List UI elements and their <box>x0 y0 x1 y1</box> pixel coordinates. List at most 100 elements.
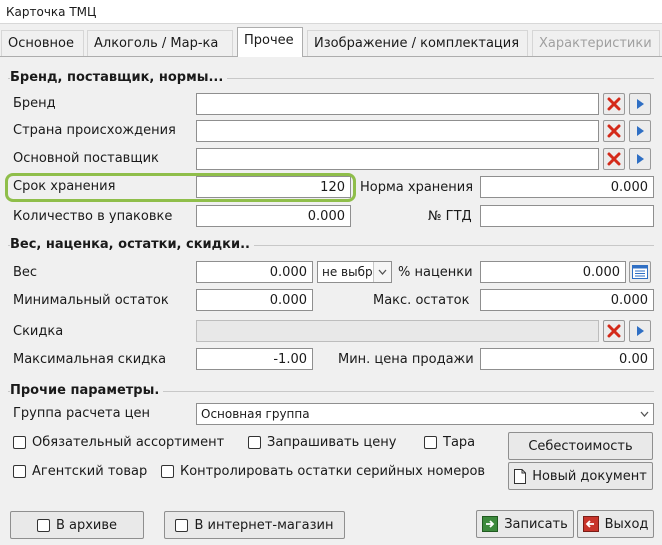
chevron-down-icon <box>373 262 391 282</box>
agent-goods-label: Агентский товар <box>32 464 148 479</box>
brand-clear-button[interactable] <box>603 93 625 115</box>
supplier-select-button[interactable] <box>629 148 651 170</box>
exit-label: Выход <box>604 516 649 532</box>
checkbox-box[interactable] <box>161 465 174 478</box>
tare-checkbox[interactable]: Тара <box>424 435 475 450</box>
brand-select-button[interactable] <box>629 93 651 115</box>
price-group-label: Группа расчета цен <box>13 406 151 421</box>
save-label: Записать <box>504 516 568 532</box>
ask-price-checkbox[interactable]: Запрашивать цену <box>248 435 396 450</box>
red-x-icon <box>607 124 621 138</box>
mandatory-assortment-checkbox[interactable]: Обязательный ассортимент <box>13 435 224 450</box>
tab-image[interactable]: Изображение / комплектация <box>307 30 528 57</box>
tab-characteristics-label: Характеристики <box>539 36 652 51</box>
supplier-label: Основной поставщик <box>13 151 159 166</box>
markup-label: % наценки <box>398 265 473 280</box>
archive-label: В архиве <box>55 517 118 533</box>
new-document-button[interactable]: Новый документ <box>508 462 653 490</box>
gtd-label: № ГТД <box>428 209 472 224</box>
country-label: Страна происхождения <box>13 123 176 138</box>
agent-goods-checkbox[interactable]: Агентский товар <box>13 464 147 479</box>
weight-unit-select[interactable]: не выбр <box>317 261 392 283</box>
weight-label: Вес <box>13 265 38 280</box>
supplier-field[interactable] <box>196 148 599 170</box>
min-price-field[interactable]: 0.00 <box>480 348 654 370</box>
markup-field[interactable]: 0.000 <box>480 261 626 283</box>
checkbox-box[interactable] <box>13 436 26 449</box>
supplier-clear-button[interactable] <box>603 148 625 170</box>
max-stock-label: Макс. остаток <box>373 293 470 308</box>
ask-price-label: Запрашивать цену <box>267 435 397 450</box>
tab-main-label: Основное <box>8 36 74 51</box>
mandatory-assortment-label: Обязательный ассортимент <box>32 435 225 450</box>
window-title: Карточка ТМЦ <box>6 5 97 19</box>
discount-select-button[interactable] <box>629 320 651 342</box>
red-x-icon <box>607 97 621 111</box>
checkbox-box[interactable] <box>13 465 26 478</box>
save-button[interactable]: Записать <box>476 510 574 538</box>
blue-arrow-icon <box>637 326 644 336</box>
online-store-label: В интернет-магазин <box>194 517 334 533</box>
section-title-brand: Бренд, поставщик, нормы... <box>10 70 228 85</box>
min-stock-label: Минимальный остаток <box>13 293 169 308</box>
discount-label: Скидка <box>13 324 64 339</box>
red-x-icon <box>607 152 621 166</box>
min-stock-field[interactable]: 0.000 <box>196 289 313 311</box>
exit-icon <box>582 516 599 532</box>
document-icon <box>514 468 527 484</box>
markup-calc-button[interactable] <box>629 261 651 283</box>
country-clear-button[interactable] <box>603 120 625 142</box>
red-x-icon <box>607 324 621 338</box>
tare-label: Тара <box>443 435 476 450</box>
max-discount-label: Максимальная скидка <box>13 352 167 367</box>
save-icon <box>482 516 499 532</box>
blue-arrow-icon <box>637 154 644 164</box>
gtd-field[interactable] <box>480 205 654 227</box>
tab-other[interactable]: Прочее <box>237 27 303 57</box>
calculator-icon <box>632 265 648 279</box>
shelf-life-field[interactable]: 120 <box>196 176 351 198</box>
weight-field[interactable]: 0.000 <box>196 261 313 283</box>
tab-alcohol[interactable]: Алкоголь / Мар-ка <box>87 30 233 57</box>
window-titlebar: Карточка ТМЦ <box>0 0 662 24</box>
shelf-life-label: Срок хранения <box>13 179 116 194</box>
discount-clear-button[interactable] <box>603 320 625 342</box>
control-serials-checkbox[interactable]: Контролировать остатки серийных номеров <box>161 464 485 479</box>
checkbox-box[interactable] <box>424 436 437 449</box>
section-title-weight: Вес, наценка, остатки, скидки.. <box>10 237 254 252</box>
pack-qty-label: Количество в упаковке <box>13 209 173 224</box>
country-field[interactable] <box>196 120 599 142</box>
cost-button[interactable]: Себестоимость <box>508 432 653 460</box>
max-stock-field[interactable]: 0.000 <box>480 289 654 311</box>
checkbox-box[interactable] <box>36 518 50 532</box>
chevron-down-icon <box>635 404 653 424</box>
storage-norm-field[interactable]: 0.000 <box>480 176 654 198</box>
tab-other-label: Прочее <box>244 33 294 48</box>
pack-qty-field[interactable]: 0.000 <box>196 205 351 227</box>
section-title-other: Прочие параметры. <box>10 383 164 398</box>
control-serials-label: Контролировать остатки серийных номеров <box>180 464 486 479</box>
exit-button[interactable]: Выход <box>577 510 654 538</box>
weight-unit-value: не выбр <box>322 265 373 279</box>
tab-main[interactable]: Основное <box>1 30 84 57</box>
blue-arrow-icon <box>637 99 644 109</box>
online-store-toggle[interactable]: В интернет-магазин <box>164 511 345 539</box>
price-group-value: Основная группа <box>201 407 310 421</box>
blue-arrow-icon <box>637 126 644 136</box>
country-select-button[interactable] <box>629 120 651 142</box>
tab-bar: Основное Алкоголь / Мар-ка Прочее Изобра… <box>0 27 662 57</box>
discount-field <box>196 320 599 342</box>
checkbox-box[interactable] <box>175 518 189 532</box>
min-price-label: Мин. цена продажи <box>338 352 474 367</box>
checkbox-box[interactable] <box>248 436 261 449</box>
cost-button-label: Себестоимость <box>528 438 633 454</box>
price-group-select[interactable]: Основная группа <box>196 403 654 425</box>
brand-label: Бренд <box>13 96 56 111</box>
tab-alcohol-label: Алкоголь / Мар-ка <box>94 36 219 51</box>
new-document-label: Новый документ <box>532 468 647 484</box>
brand-field[interactable] <box>196 93 599 115</box>
tab-characteristics: Характеристики <box>532 30 660 57</box>
tab-image-label: Изображение / комплектация <box>314 36 520 51</box>
max-discount-field[interactable]: -1.00 <box>196 348 313 370</box>
archive-toggle[interactable]: В архиве <box>10 511 144 539</box>
